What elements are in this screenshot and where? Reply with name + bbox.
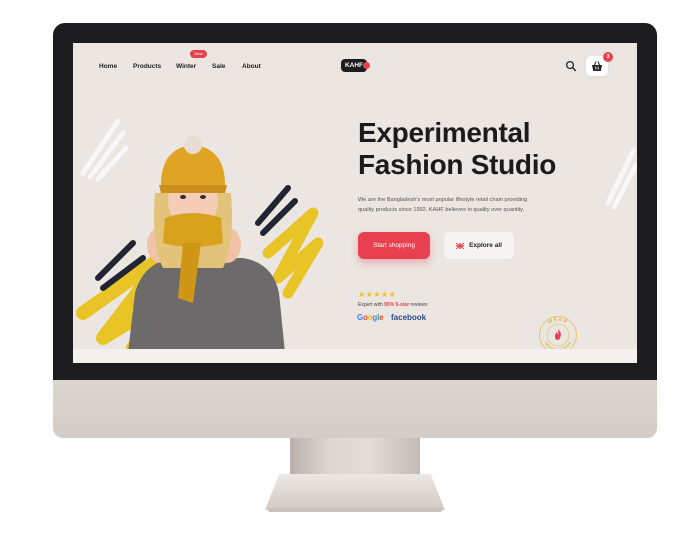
explore-all-label: Explore all [469,242,502,249]
monitor-chin [53,380,657,438]
nav-home[interactable]: Home [99,63,117,70]
hero-description: We are the Bangladesh's most popular lif… [358,195,563,215]
nav-sale[interactable]: Sale [212,63,225,70]
monitor-base-shadow [268,508,442,512]
nav-products[interactable]: Products [133,63,161,70]
search-icon[interactable] [565,60,577,72]
uk-flag-icon [456,242,465,249]
five-star-rating: ★★★★★ [358,290,397,299]
logo-accent-dot [363,62,370,69]
hero-model-image [76,136,324,353]
hero-description-line-2: quality products since 1992. KAHF believ… [358,207,525,213]
cart-count-badge: 3 [603,52,613,62]
explore-all-button[interactable]: Explore all [444,232,514,259]
new-badge: New [190,50,207,58]
flame-icon [555,329,561,340]
rating-highlight: 95% 5-star [384,302,410,308]
hero-title: Experimental Fashion Studio [358,117,618,181]
website-screen: Home Products Winter New Sale About KAHF… [73,43,637,363]
nav-about[interactable]: About [242,63,261,70]
monitor-base [265,474,445,510]
hero-description-line-1: We are the Bangladesh's most popular lif… [358,197,528,203]
hero-title-line-2: Fashion Studio [358,149,557,180]
rating-suffix: reviews [409,302,428,308]
rating-prefix: Expert with [358,302,385,308]
hero-title-line-1: Experimental [358,117,531,148]
monitor-stand [290,438,420,476]
facebook-logo: facebook [391,313,427,322]
screen-bottom-strip [73,349,637,363]
nav-winter[interactable]: Winter [176,63,196,70]
google-logo: Google [357,313,384,322]
start-shopping-button[interactable]: Start shopping [358,232,430,259]
rating-text: Expert with 95% 5-star reviews [358,302,427,308]
